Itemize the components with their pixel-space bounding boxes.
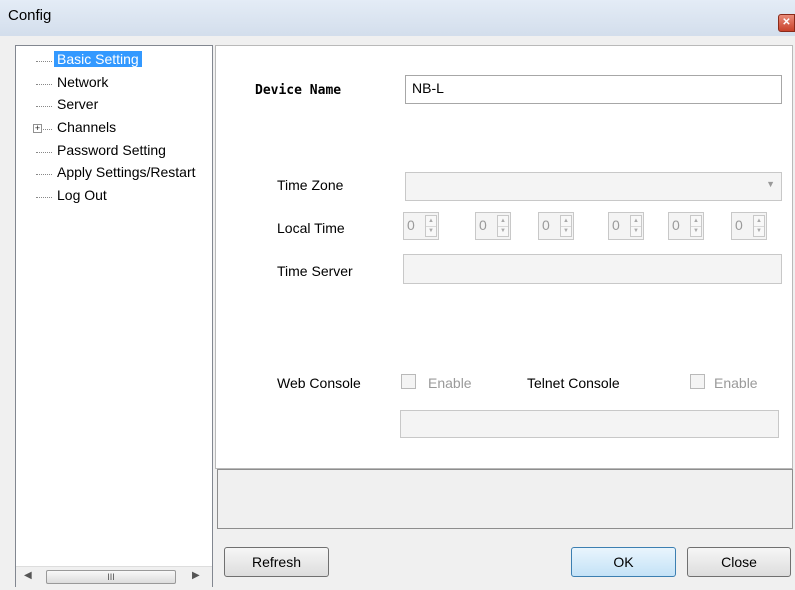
- chevron-down-icon: ▼: [766, 179, 775, 189]
- local-time-spinner-1[interactable]: 0 ▲ ▼: [403, 212, 439, 240]
- spin-updown-icon[interactable]: ▲ ▼: [630, 215, 642, 237]
- status-area: [217, 469, 793, 529]
- telnet-console-enable-label: Enable: [714, 375, 758, 391]
- local-time-label: Local Time: [277, 220, 345, 236]
- device-name-label: Device Name: [255, 83, 342, 98]
- tree-connector: [36, 106, 52, 107]
- telnet-console-enable-checkbox[interactable]: [690, 374, 705, 389]
- local-time-spinner-6[interactable]: 0 ▲ ▼: [731, 212, 767, 240]
- web-console-enable-checkbox[interactable]: [401, 374, 416, 389]
- spinner-value: 0: [672, 217, 680, 233]
- device-name-input[interactable]: NB-L: [405, 75, 782, 104]
- local-time-spinner-2[interactable]: 0 ▲ ▼: [475, 212, 511, 240]
- tree-item-label: Apply Settings/Restart: [57, 164, 196, 180]
- tree-connector: [36, 152, 52, 153]
- spinner-value: 0: [612, 217, 620, 233]
- local-time-spinner-5[interactable]: 0 ▲ ▼: [668, 212, 704, 240]
- scroll-left-arrow-icon[interactable]: ◀: [24, 570, 32, 581]
- tree-item-label: Log Out: [57, 187, 107, 203]
- time-server-label: Time Server: [277, 263, 353, 279]
- console-extra-input[interactable]: [400, 410, 779, 438]
- expand-plus-icon[interactable]: +: [33, 124, 42, 133]
- tree-connector: [36, 84, 52, 85]
- spin-updown-icon[interactable]: ▲ ▼: [690, 215, 702, 237]
- web-console-label: Web Console: [277, 375, 361, 391]
- tree-item-label: Server: [57, 96, 99, 112]
- local-time-spinner-4[interactable]: 0 ▲ ▼: [608, 212, 644, 240]
- spinner-value: 0: [407, 217, 415, 233]
- tree-item-label: Network: [57, 74, 109, 90]
- window-title: Config: [8, 7, 52, 24]
- spinner-value: 0: [479, 217, 487, 233]
- spin-updown-icon[interactable]: ▲ ▼: [497, 215, 509, 237]
- navigation-tree[interactable]: Basic Setting Network Server + Channels …: [15, 45, 213, 587]
- local-time-spinner-3[interactable]: 0 ▲ ▼: [538, 212, 574, 240]
- scrollbar-thumb[interactable]: III: [46, 570, 176, 584]
- ok-button[interactable]: OK: [571, 547, 676, 577]
- telnet-console-label: Telnet Console: [527, 375, 620, 391]
- horizontal-scrollbar[interactable]: ◀ III ▶: [16, 566, 212, 587]
- time-zone-select[interactable]: ▼: [405, 172, 782, 201]
- close-button[interactable]: Close: [687, 547, 791, 577]
- tree-item-label: Password Setting: [57, 142, 166, 158]
- window-close-button[interactable]: ✕: [778, 14, 795, 32]
- tree-connector: [43, 129, 52, 130]
- spinner-value: 0: [542, 217, 550, 233]
- close-icon: ✕: [782, 17, 791, 28]
- tree-item-label: Channels: [57, 119, 117, 135]
- title-bar: Config ✕: [0, 0, 795, 36]
- tree-item-label: Basic Setting: [54, 51, 142, 67]
- spin-updown-icon[interactable]: ▲ ▼: [753, 215, 765, 237]
- time-server-input[interactable]: [403, 254, 782, 284]
- tree-connector: [36, 197, 52, 198]
- time-zone-label: Time Zone: [277, 177, 344, 193]
- scroll-right-arrow-icon[interactable]: ▶: [192, 570, 200, 581]
- tree-connector: [36, 61, 52, 62]
- device-name-value: NB-L: [412, 80, 444, 96]
- tree-connector: [36, 174, 52, 175]
- web-console-enable-label: Enable: [428, 375, 472, 391]
- spinner-value: 0: [735, 217, 743, 233]
- spin-updown-icon[interactable]: ▲ ▼: [425, 215, 437, 237]
- refresh-button[interactable]: Refresh: [224, 547, 329, 577]
- spin-updown-icon[interactable]: ▲ ▼: [560, 215, 572, 237]
